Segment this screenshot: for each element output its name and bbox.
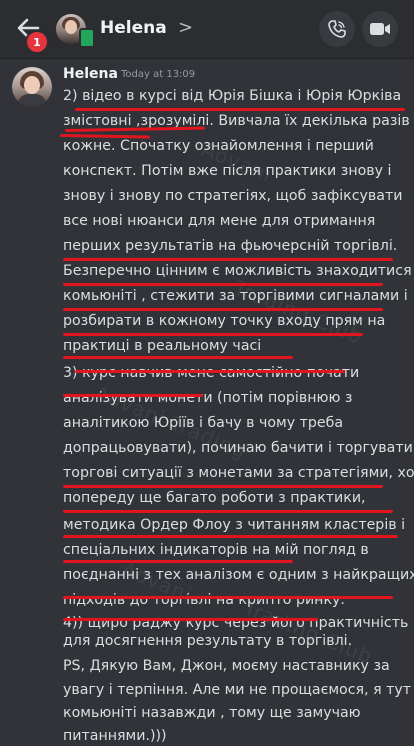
red-underline [75,370,345,373]
message-line: конспект. Потім вже після практики знову… [63,163,392,179]
red-underline [63,308,383,311]
message-line: 3) курс навчив мене самостійно почати [63,365,360,381]
message-line: практиці в реальному часі [63,338,262,354]
message-line: 2) відео в курсі від Юрія Бішка і Юрія Ю… [63,88,402,104]
red-underline [63,394,203,397]
message-timestamp: Today at 13:09 [121,69,196,80]
video-camera-icon [370,23,390,35]
red-underline [75,108,405,111]
video-call-button[interactable] [362,11,398,47]
message-line: PS, Дякую Вам, Джон, моєму наставнику за [63,658,390,674]
header-username[interactable]: Helena [100,18,167,38]
red-underline [63,535,398,538]
red-underline [63,596,393,599]
message-line: комьюніті , стежити за торгівими сигнала… [63,288,408,304]
message-line: допрацьовувати), починаю бачити і торгув… [63,440,413,456]
message-line: попереду ще багато роботи з практики, [63,490,366,506]
message-line: все нові нюанси для мене для отримання [63,213,376,229]
voice-call-button[interactable] [319,11,355,47]
red-underline [63,356,293,359]
red-underline [63,485,383,488]
message-line: розбирати в кожному точку входу прям на [63,313,386,329]
red-underline [63,560,293,563]
red-underline [63,333,363,336]
unread-badge: 1 [25,30,49,54]
author-avatar[interactable] [12,67,52,107]
message-line: спеціальних індикаторів на мій погляд в [63,542,369,558]
message-line: 4)) щиро раджу курс через його практичні… [63,615,409,631]
mobile-status-icon [79,28,95,48]
message-line: знову і знову по стратегіях, щоб зафіксу… [63,188,403,204]
message-line: кожне. Спочатку ознайомлення і перший [63,138,374,154]
red-underline [63,283,383,286]
message-line: підходів до торгівлі на крипто ринку. [63,592,345,608]
red-underline [63,618,318,621]
message-author[interactable]: Helena [63,66,118,82]
message-line: поєднанні з тех аналізом є одним з найкр… [63,567,414,583]
message-line: питаннями.))) [63,728,167,744]
message-line: Безперечно цінним є можливість знаходити… [63,263,414,279]
message-line: комьюніті назавжди , тому ще замучаю [63,705,361,721]
message-line: методика Ордер Флоу з читанням кластерів… [63,517,406,533]
message-line: для досягнення результату в торгівлі. [63,633,353,649]
chat-header: 1 Helena > [0,0,414,59]
red-underline [63,510,393,513]
message-line: увагу і терпіння. Але ми не прощаємося, … [63,682,414,698]
phone-icon [328,20,346,38]
chevron-right-icon[interactable]: > [178,17,193,38]
red-underline [63,258,393,261]
message-line: торгові ситуації з монетами за стратегія… [63,465,414,481]
message-line: перших результатів на фьючерсній торгівл… [63,238,398,254]
message-line: аналітикою Юріїв і бачу в чому треба [63,415,344,431]
message-line: аналізувати монети (потім порівнюю з [63,390,353,406]
